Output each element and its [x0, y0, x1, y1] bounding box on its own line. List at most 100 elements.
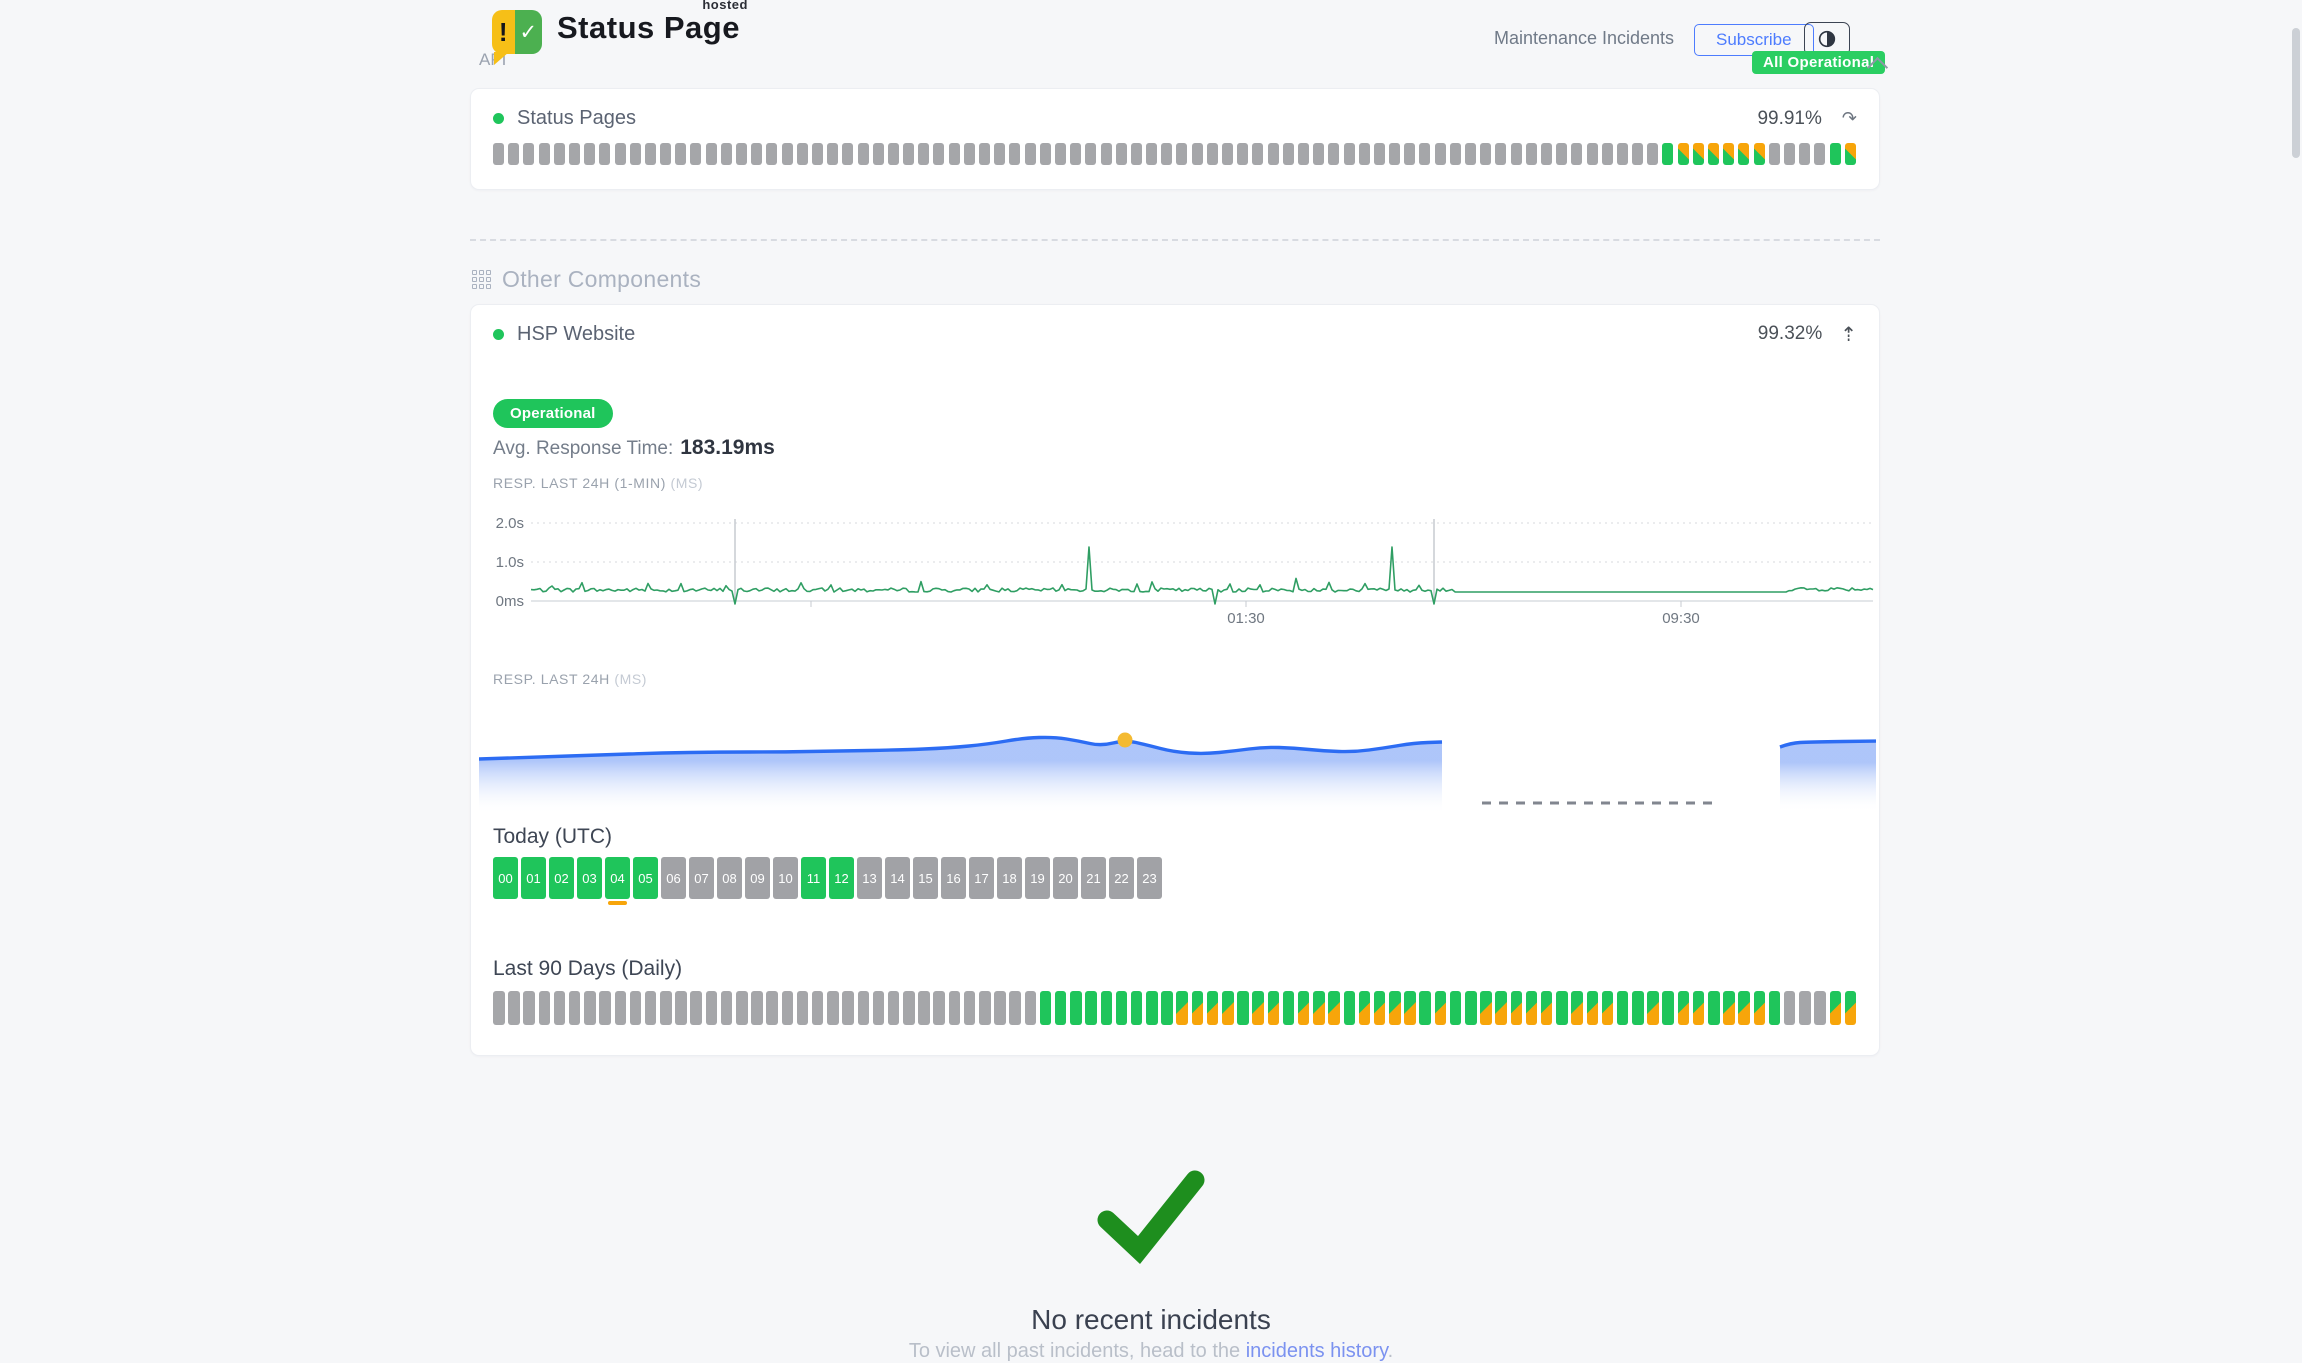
uptime-bar[interactable]: [1587, 143, 1598, 165]
uptime-bar[interactable]: [1313, 143, 1324, 165]
uptime-bar[interactable]: [751, 143, 762, 165]
uptime-bar[interactable]: [1025, 991, 1037, 1025]
uptime-bar[interactable]: [1389, 143, 1400, 165]
uptime-bar[interactable]: [645, 991, 657, 1025]
hour-block-19[interactable]: 19: [1025, 857, 1050, 899]
uptime-bar[interactable]: [1830, 991, 1842, 1025]
hour-block-13[interactable]: 13: [857, 857, 882, 899]
uptime-bar[interactable]: [615, 143, 626, 165]
uptime-bar[interactable]: [827, 143, 838, 165]
uptime-bar[interactable]: [645, 143, 656, 165]
uptime-bar[interactable]: [1814, 991, 1826, 1025]
uptime-bar[interactable]: [1708, 991, 1720, 1025]
uptime-bar[interactable]: [949, 143, 960, 165]
uptime-bar[interactable]: [1207, 991, 1219, 1025]
uptime-bar[interactable]: [539, 143, 550, 165]
uptime-bar[interactable]: [615, 991, 627, 1025]
uptime-bar[interactable]: [888, 991, 900, 1025]
nav-incidents[interactable]: Incidents: [1602, 28, 1674, 49]
uptime-bar[interactable]: [721, 991, 733, 1025]
uptime-bar[interactable]: [1769, 143, 1780, 165]
uptime-bar[interactable]: [1495, 143, 1506, 165]
uptime-bar[interactable]: [1176, 143, 1187, 165]
uptime-bar[interactable]: [1784, 991, 1796, 1025]
hour-block-16[interactable]: 16: [941, 857, 966, 899]
uptime-bar[interactable]: [1723, 143, 1734, 165]
uptime-bar[interactable]: [1632, 991, 1644, 1025]
uptime-bar[interactable]: [1070, 143, 1081, 165]
uptime-bar[interactable]: [599, 991, 611, 1025]
uptime-bar[interactable]: [1298, 143, 1309, 165]
uptime-bar[interactable]: [721, 143, 732, 165]
trend-up-arrow-icon[interactable]: ⇡: [1840, 322, 1857, 346]
uptime-bar[interactable]: [569, 991, 581, 1025]
uptime-bar[interactable]: [630, 991, 642, 1025]
uptime-bar[interactable]: [964, 143, 975, 165]
uptime-bar[interactable]: [1693, 143, 1704, 165]
uptime-bar[interactable]: [1678, 143, 1689, 165]
uptime-bar[interactable]: [1830, 143, 1841, 165]
uptime-bar[interactable]: [873, 991, 885, 1025]
uptime-bar[interactable]: [782, 991, 794, 1025]
uptime-bar[interactable]: [599, 143, 610, 165]
uptime-bar[interactable]: [766, 991, 778, 1025]
uptime-bar[interactable]: [1344, 991, 1356, 1025]
uptime-bar[interactable]: [1602, 143, 1613, 165]
uptime-bar[interactable]: [1404, 991, 1416, 1025]
uptime-bar[interactable]: [584, 991, 596, 1025]
uptime-bar[interactable]: [782, 143, 793, 165]
uptime-bar[interactable]: [1495, 991, 1507, 1025]
uptime-bar[interactable]: [1465, 991, 1477, 1025]
uptime-bar[interactable]: [1161, 991, 1173, 1025]
uptime-bar[interactable]: [1268, 143, 1279, 165]
uptime-bar[interactable]: [1252, 143, 1263, 165]
uptime-bar[interactable]: [1146, 143, 1157, 165]
uptime-bar[interactable]: [1192, 991, 1204, 1025]
uptime-bar[interactable]: [873, 143, 884, 165]
uptime-bar[interactable]: [1617, 143, 1628, 165]
uptime-bar[interactable]: [1313, 991, 1325, 1025]
uptime-bar[interactable]: [1754, 991, 1766, 1025]
uptime-bar[interactable]: [1723, 991, 1735, 1025]
uptime-bar[interactable]: [888, 143, 899, 165]
hour-block-08[interactable]: 08: [717, 857, 742, 899]
uptime-bar[interactable]: [1101, 143, 1112, 165]
uptime-bar[interactable]: [1298, 991, 1310, 1025]
uptime-bar[interactable]: [1419, 991, 1431, 1025]
uptime-bar[interactable]: [1085, 991, 1097, 1025]
uptime-bar[interactable]: [690, 991, 702, 1025]
hour-block-04[interactable]: 04: [605, 857, 630, 899]
hour-block-17[interactable]: 17: [969, 857, 994, 899]
hour-block-07[interactable]: 07: [689, 857, 714, 899]
refresh-icon[interactable]: ↷: [1842, 108, 1857, 129]
hour-block-02[interactable]: 02: [549, 857, 574, 899]
hour-block-06[interactable]: 06: [661, 857, 686, 899]
uptime-bar[interactable]: [660, 991, 672, 1025]
uptime-bar[interactable]: [1344, 143, 1355, 165]
uptime-bar[interactable]: [1845, 143, 1856, 165]
uptime-bar[interactable]: [918, 143, 929, 165]
hour-block-18[interactable]: 18: [997, 857, 1022, 899]
uptime-bar[interactable]: [1784, 143, 1795, 165]
uptime-bar[interactable]: [1511, 143, 1522, 165]
uptime-bar[interactable]: [1146, 991, 1158, 1025]
uptime-bar[interactable]: [675, 143, 686, 165]
incidents-history-link[interactable]: incidents history: [1246, 1340, 1388, 1362]
uptime-bar[interactable]: [1662, 991, 1674, 1025]
uptime-bar[interactable]: [1192, 143, 1203, 165]
uptime-bar[interactable]: [1131, 143, 1142, 165]
uptime-bar[interactable]: [842, 991, 854, 1025]
uptime-bar[interactable]: [1435, 143, 1446, 165]
uptime-bar[interactable]: [1374, 143, 1385, 165]
uptime-bar[interactable]: [1116, 991, 1128, 1025]
uptime-bar[interactable]: [1754, 143, 1765, 165]
uptime-bar[interactable]: [508, 143, 519, 165]
uptime-bar[interactable]: [1040, 991, 1052, 1025]
uptime-bar[interactable]: [1252, 991, 1264, 1025]
uptime-bar[interactable]: [903, 991, 915, 1025]
uptime-bar[interactable]: [979, 143, 990, 165]
hour-block-05[interactable]: 05: [633, 857, 658, 899]
uptime-bar[interactable]: [979, 991, 991, 1025]
hour-block-12[interactable]: 12: [829, 857, 854, 899]
uptime-bar[interactable]: [1009, 143, 1020, 165]
